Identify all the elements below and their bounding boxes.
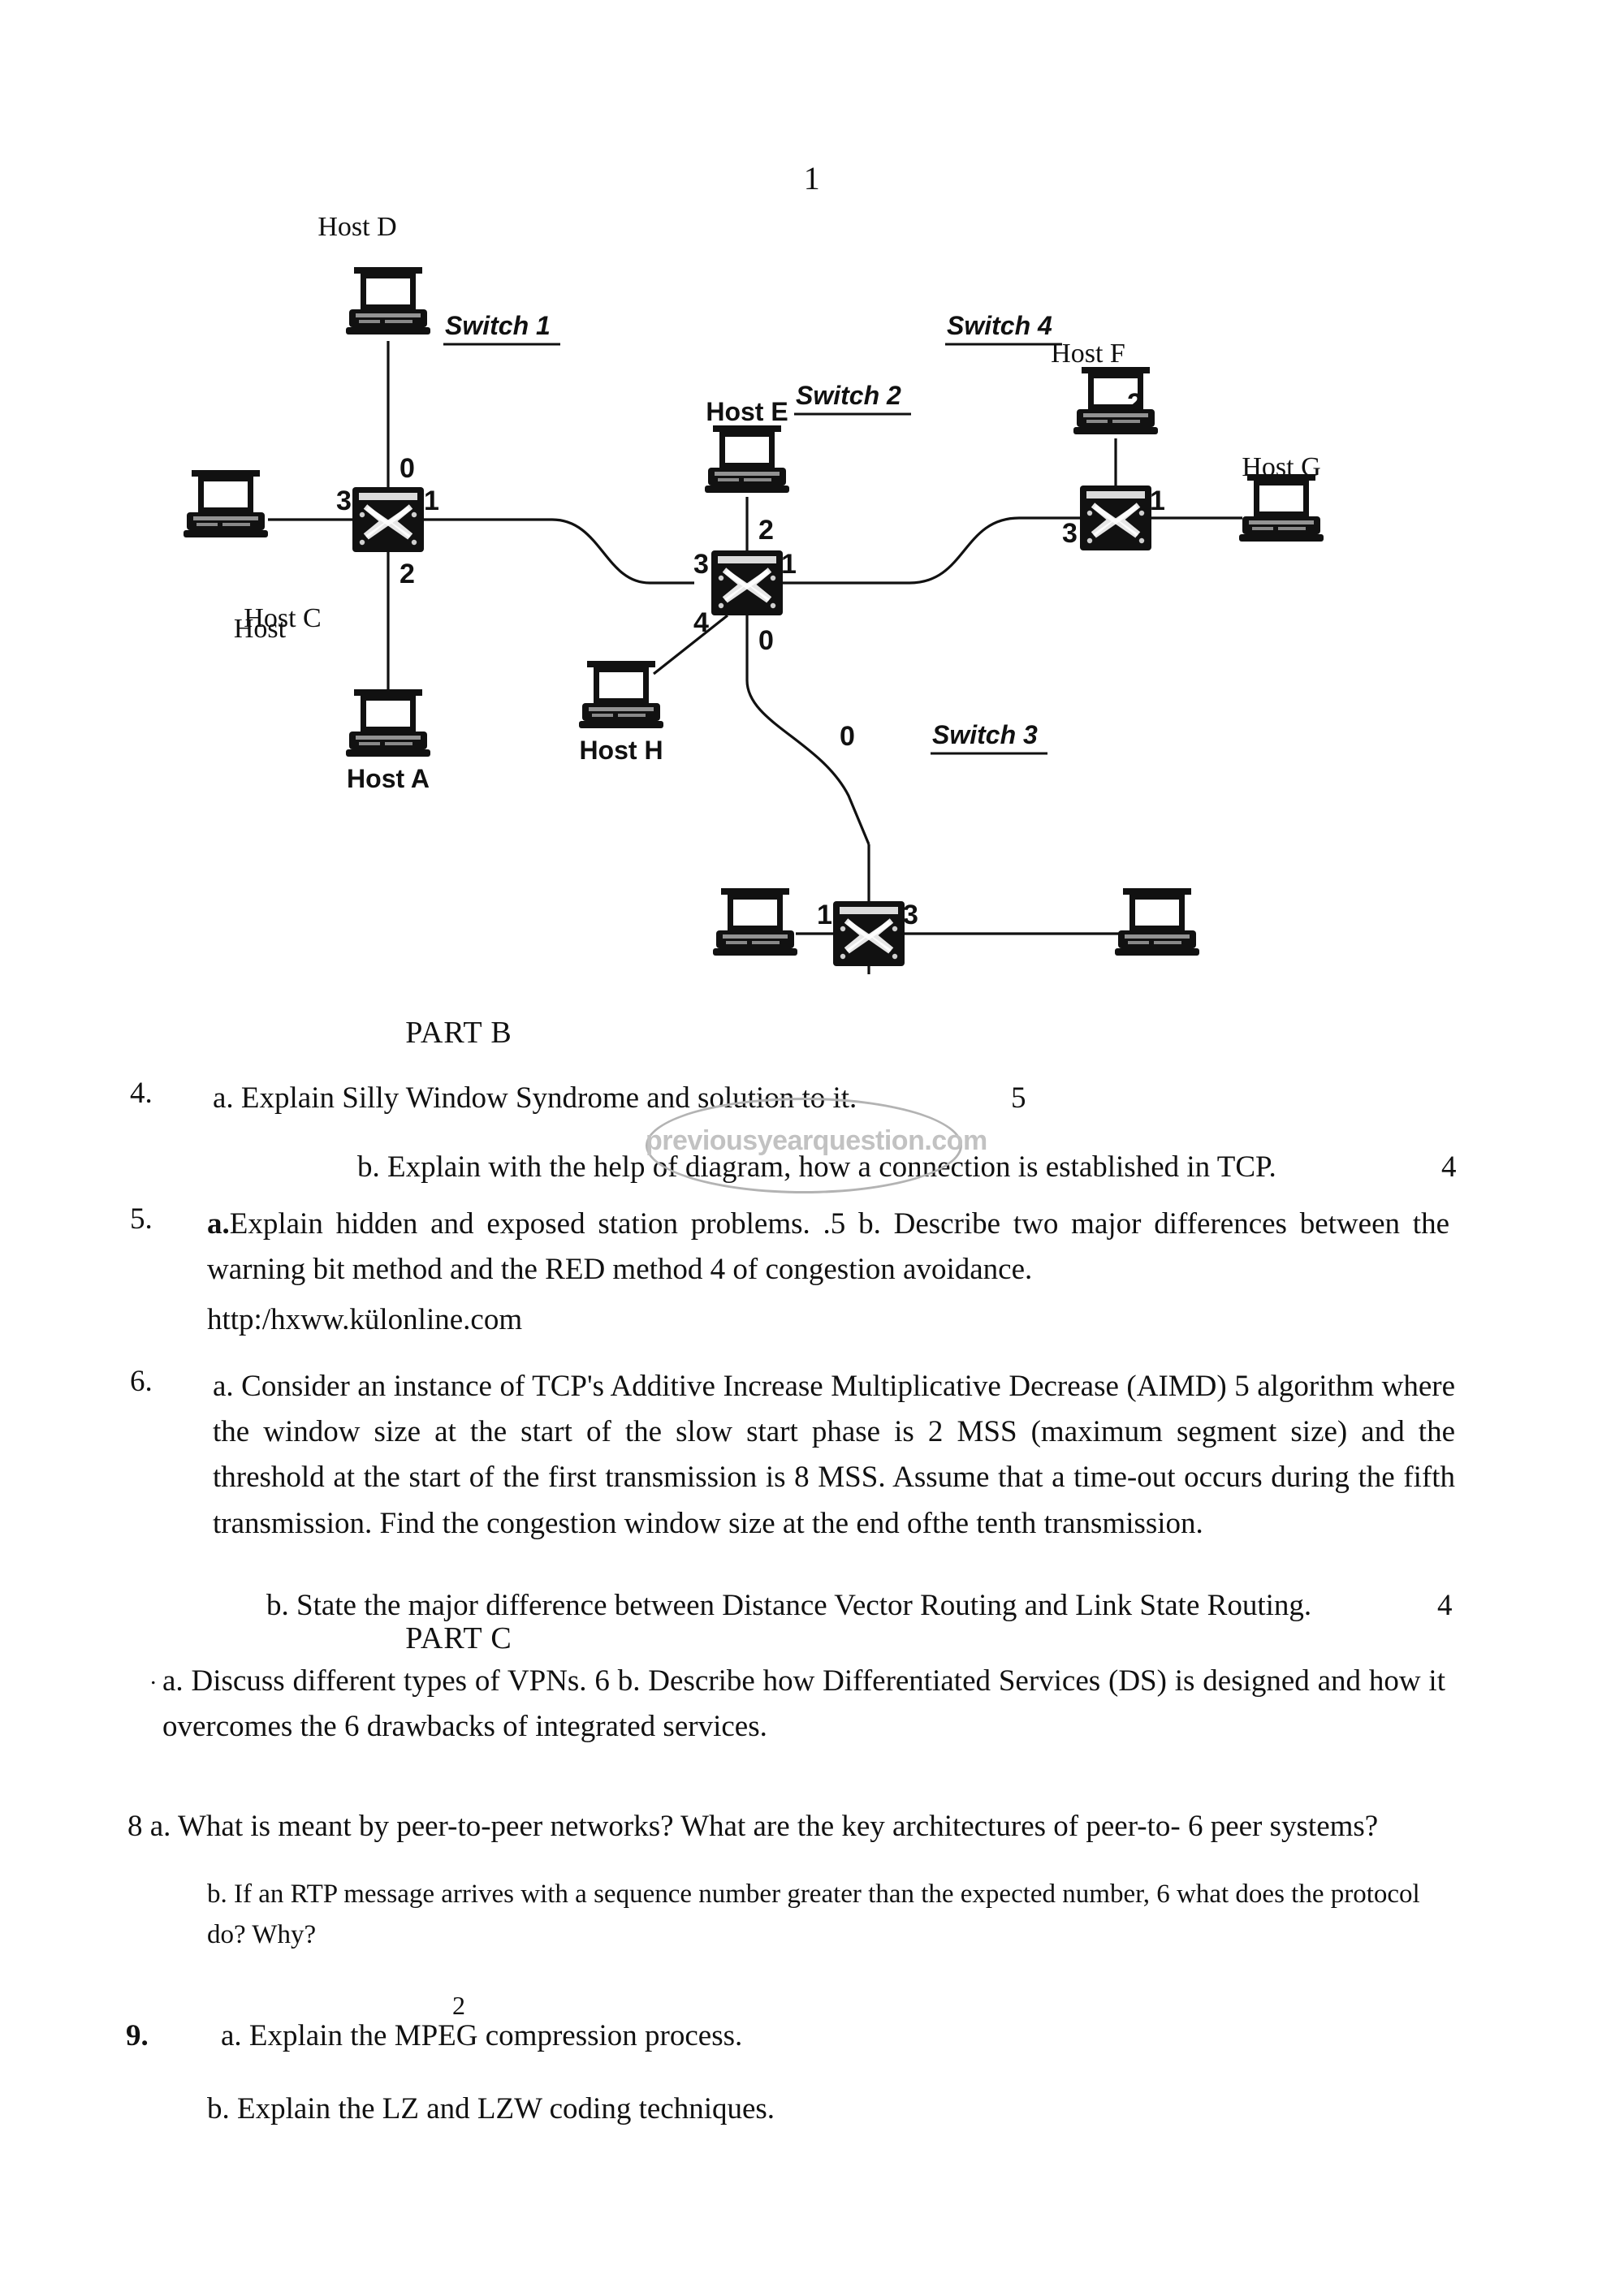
host-label-c-ghost: Host — [234, 614, 287, 644]
host-icon-b — [1115, 888, 1199, 956]
port-label-s3-1: 1 — [817, 900, 832, 930]
question-5-url: http:/hxww.külonline.com — [207, 1303, 523, 1336]
question-8a-text: 8 a. What is meant by peer-to-peer netwo… — [127, 1810, 1379, 1843]
port-label-s2-2: 2 — [758, 515, 774, 546]
port-label-s2-0: 0 — [758, 625, 774, 656]
port-label-s4-1: 1 — [1150, 486, 1165, 516]
switch-label-1: Switch 1 — [443, 311, 560, 346]
exam-paper-page: 1 Host D Host C Host Host A Host E Host … — [0, 0, 1624, 2296]
svg-text:Switch 2: Switch 2 — [796, 381, 901, 410]
network-topology-diagram: Host D Host C Host Host A Host E Host H … — [0, 195, 1624, 974]
host-icon-d — [346, 267, 430, 334]
port-label-s1-0: 0 — [400, 453, 415, 484]
question-5-lead: a. — [207, 1207, 230, 1241]
switch-icon-1 — [352, 487, 424, 552]
host-icon-c — [184, 470, 268, 537]
switch-icon-2 — [711, 550, 783, 615]
question-6b-marks: 4 — [1437, 1589, 1453, 1622]
question-6a-text: a. Consider an instance of TCP's Additiv… — [213, 1370, 1455, 1540]
host-label-d: Host D — [317, 212, 396, 242]
port-label-s2-1: 1 — [781, 549, 797, 580]
part-c-heading: PART C — [405, 1621, 512, 1655]
port-label-s4-3: 3 — [1062, 518, 1078, 549]
switch-icon-4 — [1080, 486, 1151, 550]
host-label-g: Host G — [1242, 452, 1320, 482]
port-label-s1-2: 2 — [400, 559, 415, 589]
port-label-s3-3: 3 — [903, 900, 918, 930]
question-5-text: a.Explain hidden and exposed station pro… — [207, 1202, 1449, 1293]
svg-text:Switch 4: Switch 4 — [947, 311, 1052, 340]
host-icon-h — [579, 661, 663, 728]
host-label-e: Host E — [706, 397, 788, 426]
question-9a-text: a. Explain the MPEG compression process. — [221, 2019, 743, 2052]
port-label-s3-0: 0 — [840, 721, 855, 752]
host-icon-f — [1073, 367, 1158, 434]
question-7-text: a. Discuss different types of VPNs. 6 b.… — [162, 1664, 1445, 1744]
question-4a-text: a. Explain Silly Window Syndrome and sol… — [213, 1081, 857, 1115]
question-7-number: . — [150, 1663, 157, 1690]
host-label-h: Host H — [579, 736, 663, 765]
host-icon-e — [705, 425, 789, 493]
switch-icon-3 — [833, 901, 905, 966]
port-label-s3-2: 2 — [880, 971, 896, 974]
host-label-a: Host A — [347, 764, 430, 793]
host-icon-g — [1239, 474, 1324, 542]
question-5-body: Explain hidden and exposed station probl… — [207, 1207, 1449, 1287]
question-4b-text: b. Explain with the help of diagram, how… — [357, 1150, 1276, 1184]
host-icon-a — [346, 689, 430, 757]
port-label-s1-3: 3 — [336, 486, 352, 516]
part-b-heading: PART B — [405, 1016, 512, 1050]
question-6-number: 6. — [130, 1365, 153, 1398]
question-4b-marks: 4 — [1441, 1150, 1457, 1184]
port-label-s2-4: 4 — [693, 607, 709, 638]
question-4-number: 4. — [130, 1077, 153, 1110]
switch-label-3: Switch 3 — [931, 720, 1047, 755]
switch-label-4: Switch 4 — [945, 311, 1062, 346]
port-label-s4-2: 2 — [1127, 388, 1142, 419]
question-4a-marks: 5 — [1011, 1081, 1026, 1115]
question-9-number: 9. — [126, 2019, 149, 2052]
port-label-s1-1: 1 — [424, 486, 439, 516]
switch-label-2: Switch 2 — [794, 381, 911, 416]
page-number-top: 1 — [803, 160, 821, 196]
question-9b-text: b. Explain the LZ and LZW coding techniq… — [207, 2092, 775, 2126]
svg-text:Switch 3: Switch 3 — [932, 720, 1038, 749]
question-8b-text: b. If an RTP message arrives with a sequ… — [207, 1880, 1420, 1950]
port-label-s2-3: 3 — [693, 549, 709, 580]
svg-text:Switch 1: Switch 1 — [445, 311, 551, 340]
host-icon-j — [713, 888, 797, 956]
question-5-number: 5. — [130, 1202, 153, 1236]
